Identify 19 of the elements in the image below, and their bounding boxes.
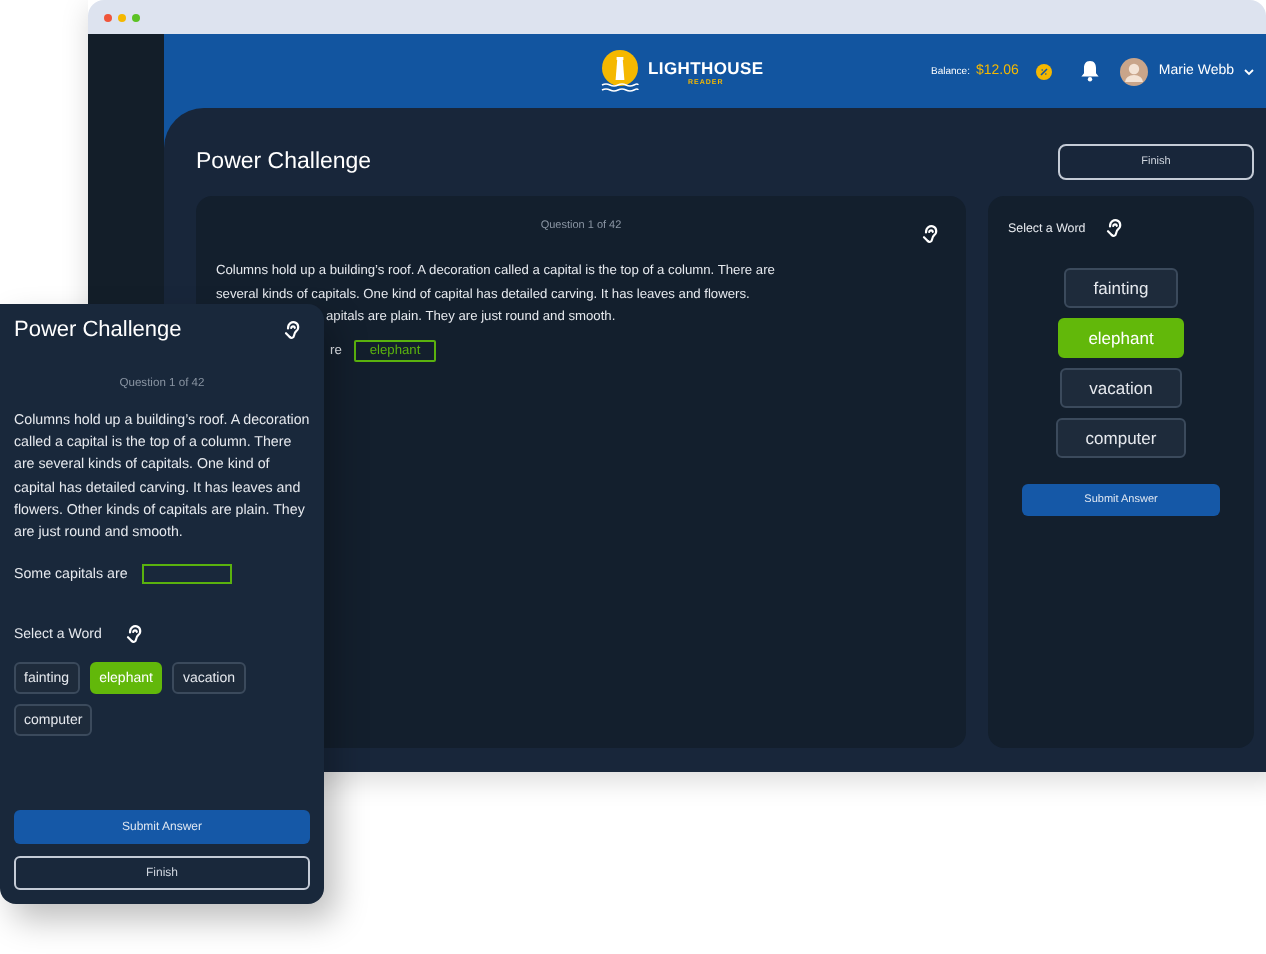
window-dot[interactable] bbox=[118, 13, 126, 21]
chevron-down-icon[interactable] bbox=[1244, 67, 1254, 75]
ear-icon[interactable] bbox=[125, 624, 144, 645]
ear-icon[interactable] bbox=[922, 224, 940, 244]
logo-title: LIGHTHOUSE bbox=[648, 57, 764, 77]
word-option[interactable]: vacation bbox=[1059, 368, 1183, 408]
page-title: Power Challenge bbox=[14, 318, 182, 342]
ear-icon[interactable] bbox=[284, 320, 302, 340]
lighthouse-logo-icon bbox=[600, 49, 640, 93]
word-option[interactable]: computer bbox=[1055, 418, 1187, 458]
window-dot[interactable] bbox=[132, 13, 140, 21]
avatar-icon[interactable] bbox=[1120, 57, 1149, 85]
answer-field[interactable] bbox=[141, 564, 232, 585]
coin-icon bbox=[1036, 63, 1053, 79]
ear-icon[interactable] bbox=[1105, 218, 1124, 238]
word-option[interactable]: fainting bbox=[1063, 268, 1179, 308]
bell-icon[interactable] bbox=[1080, 60, 1101, 82]
window-dot[interactable] bbox=[104, 13, 112, 21]
page-title: Power Challenge bbox=[196, 150, 372, 174]
